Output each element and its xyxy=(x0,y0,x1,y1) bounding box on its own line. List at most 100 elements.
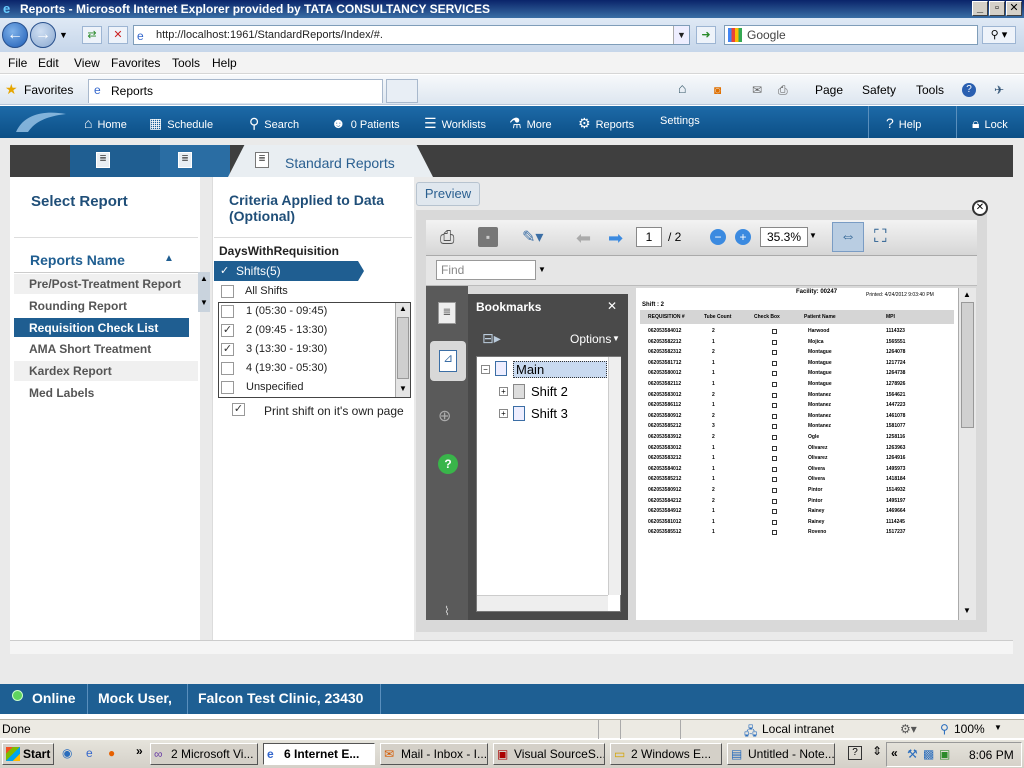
zoom-input[interactable]: 35.3% xyxy=(760,227,808,247)
zoom-in-icon[interactable]: + xyxy=(735,229,751,245)
search-input[interactable]: Google xyxy=(724,25,978,45)
menu-file[interactable]: File xyxy=(8,56,27,70)
options-menu[interactable]: Options xyxy=(570,332,611,346)
quicklaunch-firefox-icon[interactable]: ● xyxy=(108,746,115,760)
report-item[interactable]: Med Labels xyxy=(29,386,94,400)
tray-expand-icon[interactable]: « xyxy=(891,746,898,760)
fit-page-icon[interactable]: ⛶ xyxy=(874,226,887,247)
previous-page-icon[interactable]: ⬅ xyxy=(576,228,591,249)
menu-edit[interactable]: Edit xyxy=(38,56,59,70)
scroll-thumb[interactable] xyxy=(961,302,974,428)
address-bar[interactable]: e http://localhost:1961/StandardReports/… xyxy=(133,25,690,45)
preview-button[interactable]: Preview xyxy=(416,182,480,206)
mail-icon[interactable]: ✉ xyxy=(752,83,762,97)
nav-more[interactable]: ⚗ More xyxy=(509,115,552,132)
feeds-icon[interactable]: ◙ xyxy=(714,83,721,97)
maximize-button[interactable]: ▫ xyxy=(989,1,1005,16)
print-icon[interactable]: ⎙ xyxy=(778,83,788,98)
sort-up-icon[interactable]: ▲ xyxy=(164,253,174,264)
expand-bookmark-icon[interactable]: ⊟▸ xyxy=(482,330,501,347)
expand-icon[interactable]: + xyxy=(499,409,508,418)
menu-view[interactable]: View xyxy=(74,56,100,70)
nav-help[interactable]: ? Help xyxy=(886,115,921,131)
pages-icon[interactable]: ≣ xyxy=(438,302,456,324)
nav-reports[interactable]: ⚙ Reports xyxy=(578,115,634,132)
task-button[interactable]: ▭ 2 Windows E... xyxy=(610,743,722,765)
nav-settings[interactable]: Settings xyxy=(660,115,700,127)
bookmark-tree-hscroll[interactable] xyxy=(477,595,608,611)
all-shifts-checkbox[interactable] xyxy=(221,285,234,298)
shift-list-scrollbar[interactable]: ▲ ▼ xyxy=(395,303,410,397)
page-number-input[interactable]: 1 xyxy=(636,227,662,247)
research-icon[interactable]: ✈ xyxy=(994,83,1004,97)
task-button-active[interactable]: e6 Internet E... xyxy=(263,743,375,765)
save-icon[interactable]: ▪ xyxy=(478,227,498,247)
home-icon[interactable]: ⌂ xyxy=(678,80,686,96)
shift-checkbox-1[interactable] xyxy=(221,305,234,318)
start-button[interactable]: Start xyxy=(2,743,54,765)
attachment-icon[interactable]: ⌇ xyxy=(444,604,450,618)
report-item-selected[interactable]: Requisition Check List xyxy=(29,321,158,335)
browser-tab-reports[interactable]: e Reports xyxy=(88,79,383,103)
shifts-header[interactable]: ✓ Shifts(5) xyxy=(214,261,358,281)
nav-lock[interactable]: 🔒︎ Lock xyxy=(972,115,1008,132)
tray-icon[interactable]: ⚒ xyxy=(907,747,918,761)
pdf-vertical-scrollbar[interactable]: ▲ ▼ xyxy=(958,288,976,620)
search-binoculars-icon[interactable]: ⊕ xyxy=(438,406,451,426)
tab-criteria[interactable]: ≣ xyxy=(160,145,230,177)
fit-width-icon[interactable]: ⇔ xyxy=(832,222,864,252)
help-icon[interactable]: ? xyxy=(848,746,862,760)
tray-icon[interactable]: ▣ xyxy=(939,747,950,761)
network-icon[interactable]: ▩ xyxy=(923,747,934,761)
zoom-level[interactable]: 100% xyxy=(954,722,985,736)
report-item[interactable]: Rounding Report xyxy=(29,299,127,313)
quicklaunch-more-icon[interactable]: » xyxy=(136,744,143,758)
task-button[interactable]: ∞ 2 Microsoft Vi... xyxy=(150,743,258,765)
tools-icon[interactable]: ✎▾ xyxy=(522,227,543,247)
nav-schedule[interactable]: ▦ Schedule xyxy=(149,115,213,132)
go-button[interactable]: ➜ xyxy=(696,26,716,44)
nav-worklists[interactable]: ☰ Worklists xyxy=(424,115,486,132)
zoom-dropdown-icon[interactable]: ▼ xyxy=(994,723,1002,732)
close-preview-icon[interactable]: ✕ xyxy=(972,200,988,216)
forward-button[interactable]: → xyxy=(30,22,56,48)
protected-mode-icon[interactable]: ⚙▾ xyxy=(900,722,917,736)
expand-icon[interactable]: + xyxy=(499,387,508,396)
nav-patients[interactable]: ☻ 0 Patients xyxy=(331,115,400,131)
new-tab-button[interactable] xyxy=(386,79,418,103)
minimize-button[interactable]: _ xyxy=(972,1,988,16)
collapse-icon[interactable]: − xyxy=(481,365,490,374)
shift-checkbox-4[interactable] xyxy=(221,362,234,375)
history-dropdown-icon[interactable]: ▼ xyxy=(59,30,68,40)
tab-select-report[interactable]: ≣ xyxy=(70,145,160,177)
quicklaunch-icon[interactable]: ◉ xyxy=(62,746,72,760)
safety-menu[interactable]: Safety xyxy=(862,83,896,97)
close-window-button[interactable]: ✕ xyxy=(1006,1,1022,16)
panel-scroll-handle[interactable]: ▲ ▼ xyxy=(198,272,210,312)
stop-button[interactable]: ✕ xyxy=(108,26,128,44)
reports-name-header[interactable]: Reports Name xyxy=(30,252,125,268)
nav-search[interactable]: ⚲ Search xyxy=(249,115,299,132)
bookmark-tree-vscroll[interactable] xyxy=(608,357,621,595)
bookmark-shift-3[interactable]: Shift 3 xyxy=(531,406,568,421)
url-dropdown-icon[interactable]: ▼ xyxy=(673,26,689,44)
taskbar-options-icon[interactable]: ⇕ xyxy=(872,744,882,758)
quicklaunch-ie-icon[interactable]: e xyxy=(86,746,93,760)
scroll-thumb[interactable] xyxy=(397,317,409,379)
report-item[interactable]: Kardex Report xyxy=(29,364,112,378)
zoom-out-icon[interactable]: − xyxy=(710,229,726,245)
bookmark-main[interactable]: Main xyxy=(513,361,607,378)
print-icon[interactable]: ⎙ xyxy=(440,227,454,248)
task-button[interactable]: ▣ Visual SourceS... xyxy=(493,743,605,765)
shift-checkbox-unspecified[interactable] xyxy=(221,381,234,394)
task-button[interactable]: ▤ Untitled - Note... xyxy=(727,743,835,765)
menu-favorites[interactable]: Favorites xyxy=(111,56,160,70)
help-icon[interactable]: ? xyxy=(962,83,976,97)
nav-home[interactable]: ⌂ Home xyxy=(84,115,127,131)
report-item[interactable]: Pre/Post-Treatment Report xyxy=(29,277,181,291)
print-own-page-checkbox[interactable]: ✓ xyxy=(232,403,245,416)
close-bookmarks-icon[interactable]: ✕ xyxy=(607,299,617,313)
favorites-button[interactable]: Favorites xyxy=(24,83,73,97)
refresh-button[interactable]: ⇄ xyxy=(82,26,102,44)
report-item[interactable]: AMA Short Treatment xyxy=(29,342,151,356)
